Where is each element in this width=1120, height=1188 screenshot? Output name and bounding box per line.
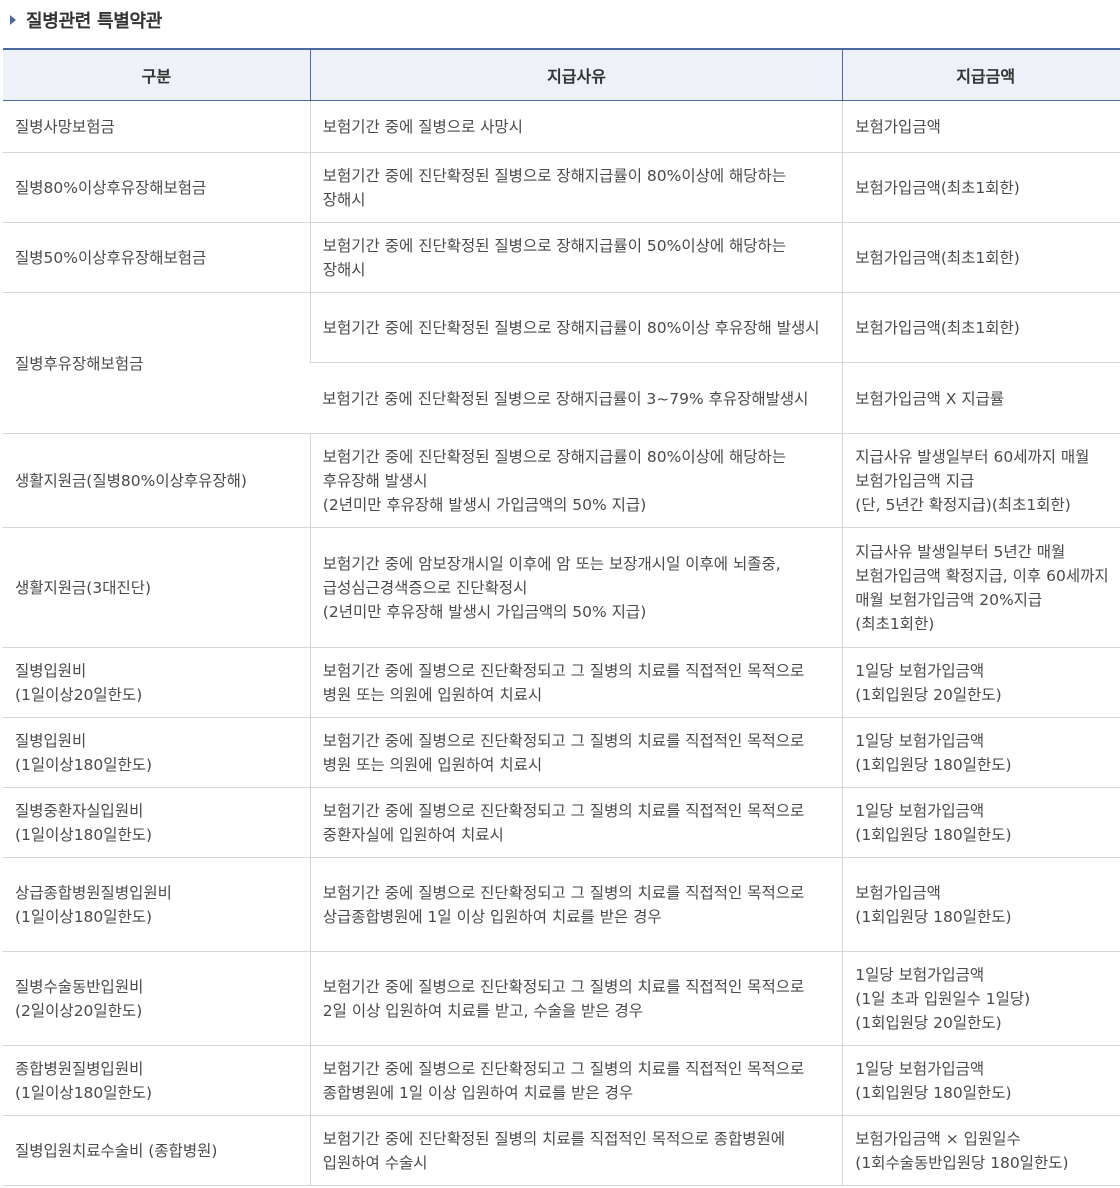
row-category: 질병입원치료수술비 (종합병원) [3, 1115, 311, 1186]
row-category: 질병사망보험금 [3, 100, 311, 153]
row-amount: 1일당 보험가입금액 (1회입원당 180일한도) [842, 1045, 1120, 1116]
row-category: 질병입원비 (1일이상20일한도) [3, 647, 311, 718]
row-amount: 보험가입금액 X 지급률 [842, 362, 1120, 434]
row-amount: 1일당 보험가입금액 (1회입원당 180일한도) [842, 717, 1120, 788]
row-reason: 보험기간 중에 진단확정된 질병으로 장해지급률이 80%이상에 해당하는 장해… [309, 152, 843, 223]
table-row: 종합병원질병입원비 (1일이상180일한도) 보험기간 중에 질병으로 진단확정… [3, 1045, 1120, 1116]
row-reason: 보험기간 중에 질병으로 진단확정되고 그 질병의 치료를 직접적인 목적으로 … [309, 717, 843, 788]
table-row: 상급종합병원질병입원비 (1일이상180일한도) 보험기간 중에 질병으로 진단… [3, 857, 1120, 952]
row-reason: 보험기간 중에 질병으로 진단확정되고 그 질병의 치료를 직접적인 목적으로 … [309, 1045, 843, 1116]
row-amount: 보험가입금액 [842, 100, 1120, 153]
table-row: 질병입원비 (1일이상180일한도) 보험기간 중에 질병으로 진단확정되고 그… [3, 717, 1120, 788]
row-reason: 보험기간 중에 질병으로 진단확정되고 그 질병의 치료를 직접적인 목적으로 … [309, 951, 843, 1046]
row-amount: 보험가입금액(최초1회한) [842, 152, 1120, 223]
row-reason: 보험기간 중에 질병으로 진단확정되고 그 질병의 치료를 직접적인 목적으로 … [309, 787, 843, 858]
row-reason: 보험기간 중에 진단확정된 질병으로 장해지급률이 3~79% 후유장해발생시 [310, 362, 843, 434]
table-header-row: 구분 지급사유 지급금액 [3, 49, 1120, 101]
table-row: 질병후유장해보험금 보험기간 중에 진단확정된 질병으로 장해지급률이 80%이… [3, 292, 1120, 434]
table-row: 질병입원치료수술비 (종합병원) 보험기간 중에 진단확정된 질병의 치료를 직… [3, 1115, 1120, 1186]
row-reason: 보험기간 중에 진단확정된 질병의 치료를 직접적인 목적으로 종합병원에 입원… [309, 1115, 843, 1186]
triangle-bullet-icon [10, 15, 16, 25]
header-amount: 지급금액 [842, 49, 1120, 101]
row-amount: 1일당 보험가입금액 (1회입원당 20일한도) [842, 647, 1120, 718]
row-reason: 보험기간 중에 진단확정된 질병으로 장해지급률이 80%이상 후유장해 발생시 [309, 292, 843, 363]
row-category: 질병중환자실입원비 (1일이상180일한도) [3, 787, 311, 858]
header-category: 구분 [3, 49, 311, 101]
row-reason: 보험기간 중에 질병으로 진단확정되고 그 질병의 치료를 직접적인 목적으로 … [309, 647, 843, 718]
row-category: 질병수술동반입원비 (2일이상20일한도) [3, 951, 311, 1046]
section-header: 질병관련 특별약관 [0, 0, 1120, 48]
row-amount: 1일당 보험가입금액 (1일 초과 입원일수 1일당) (1회입원당 20일한도… [842, 951, 1120, 1046]
row-category: 상급종합병원질병입원비 (1일이상180일한도) [3, 857, 311, 952]
table-row: 질병수술동반입원비 (2일이상20일한도) 보험기간 중에 질병으로 진단확정되… [3, 951, 1120, 1046]
table-row: 질병중환자실입원비 (1일이상180일한도) 보험기간 중에 질병으로 진단확정… [3, 787, 1120, 858]
header-reason: 지급사유 [309, 49, 843, 101]
row-category: 질병입원비 (1일이상180일한도) [3, 717, 311, 788]
row-reason: 보험기간 중에 암보장개시일 이후에 암 또는 보장개시일 이후에 뇌졸중, 급… [309, 527, 843, 648]
row-amount: 보험가입금액(최초1회한) [842, 292, 1120, 363]
row-amount: 보험가입금액(최초1회한) [842, 222, 1120, 293]
row-reason: 보험기간 중에 질병으로 사망시 [309, 100, 843, 153]
row-category: 질병80%이상후유장해보험금 [3, 152, 311, 223]
table-row: 질병사망보험금 보험기간 중에 질병으로 사망시 보험가입금액 [3, 100, 1120, 153]
table-row: 질병입원비 (1일이상20일한도) 보험기간 중에 질병으로 진단확정되고 그 … [3, 647, 1120, 718]
row-category: 생활지원금(질병80%이상후유장해) [3, 433, 311, 528]
row-category: 종합병원질병입원비 (1일이상180일한도) [3, 1045, 311, 1116]
section-title: 질병관련 특별약관 [26, 11, 163, 32]
row-amount: 보험가입금액 (1회입원당 180일한도) [842, 857, 1120, 952]
row-amount: 보험가입금액 × 입원일수 (1회수술동반입원당 180일한도) [842, 1115, 1120, 1186]
table-row: 생활지원금(3대진단) 보험기간 중에 암보장개시일 이후에 암 또는 보장개시… [3, 527, 1120, 648]
benefits-table: 구분 지급사유 지급금액 질병사망보험금 보험기간 중에 질병으로 사망시 보험… [3, 48, 1120, 1186]
row-category: 생활지원금(3대진단) [3, 527, 311, 648]
row-amount: 지급사유 발생일부터 5년간 매월 보험가입금액 확정지급, 이후 60세까지 … [842, 527, 1120, 648]
table-row: 질병50%이상후유장해보험금 보험기간 중에 진단확정된 질병으로 장해지급률이… [3, 222, 1120, 293]
row-category: 질병후유장해보험금 [3, 292, 311, 434]
row-reason: 보험기간 중에 질병으로 진단확정되고 그 질병의 치료를 직접적인 목적으로 … [309, 857, 843, 952]
table-row: 질병80%이상후유장해보험금 보험기간 중에 진단확정된 질병으로 장해지급률이… [3, 152, 1120, 223]
row-reason: 보험기간 중에 진단확정된 질병으로 장해지급률이 80%이상에 해당하는 후유… [309, 433, 843, 528]
table-row: 생활지원금(질병80%이상후유장해) 보험기간 중에 진단확정된 질병으로 장해… [3, 433, 1120, 528]
row-category: 질병50%이상후유장해보험금 [3, 222, 311, 293]
row-reason: 보험기간 중에 진단확정된 질병으로 장해지급률이 50%이상에 해당하는 장해… [309, 222, 843, 293]
row-amount: 지급사유 발생일부터 60세까지 매월 보험가입금액 지급 (단, 5년간 확정… [842, 433, 1120, 528]
row-amount: 1일당 보험가입금액 (1회입원당 180일한도) [842, 787, 1120, 858]
